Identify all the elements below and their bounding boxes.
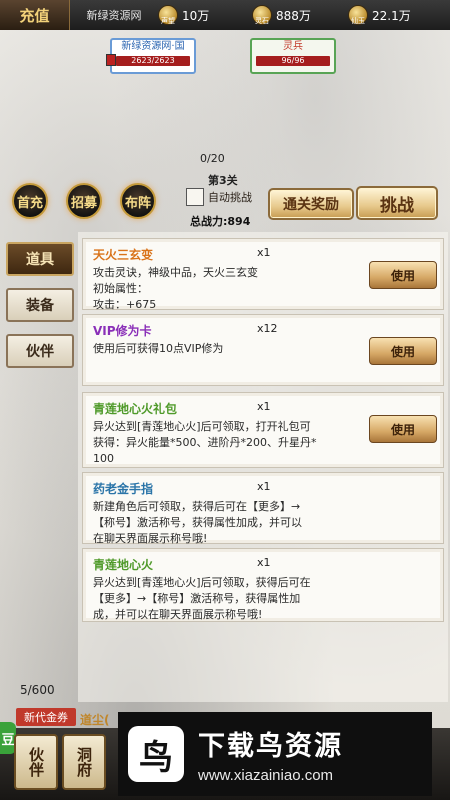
item-count: x1 (257, 246, 271, 259)
list-item: VIP修为卡 x12 使用后可获得10点VIP修为 使用 (82, 314, 444, 386)
clear-reward-button[interactable]: 通关奖励 (268, 188, 354, 220)
auto-challenge-toggle[interactable]: 自动挑战 (186, 188, 252, 206)
item-description: 攻击灵诀，神级中品，天火三玄变 初始属性： 攻击：+675 (93, 266, 258, 311)
wave-progress: 0/20 (200, 152, 225, 165)
item-name: 药老金手指 (93, 482, 154, 496)
server-name: 新绿资源网 (86, 9, 142, 22)
player-plate[interactable]: 新绿资源网·国 2623/2623 (106, 38, 196, 74)
item-name: 青莲地心火 (93, 558, 154, 572)
gold-ingot-icon: 声望 (158, 5, 178, 25)
auto-challenge-checkbox[interactable] (186, 188, 204, 206)
jade-value: 22.1万 (372, 8, 411, 23)
watermark-title: 下载鸟资源 (198, 731, 343, 762)
enemy-name: 灵兵 (283, 41, 303, 52)
recruit-button[interactable]: 招募 (66, 183, 102, 219)
tab-partners[interactable]: 伙伴 (6, 334, 74, 368)
item-count: x1 (257, 480, 271, 493)
formation-button[interactable]: 布阵 (120, 183, 156, 219)
hero-name-partial: 道尘( (80, 713, 110, 727)
item-description: 异火达到[青莲地心火]后可领取，打开礼包可 获得：异火能量*500、进阶丹*200… (93, 420, 317, 465)
item-name: 天火三玄变 (93, 248, 154, 262)
item-count: x12 (257, 322, 278, 335)
item-description: 使用后可获得10点VIP修为 (93, 342, 224, 355)
nav-partners[interactable]: 伙伴 (14, 734, 58, 790)
spirit-stone-value: 888万 (276, 8, 311, 23)
site-watermark: 鸟 下载鸟资源 www.xiazainiao.com (118, 712, 432, 796)
tab-items[interactable]: 道具 (6, 242, 74, 276)
bird-logo-icon: 鸟 (128, 726, 184, 782)
first-recharge-button[interactable]: 首充 (12, 183, 48, 219)
item-name: 青莲地心火礼包 (93, 402, 178, 416)
stat-jade: 仙玉 22.1万 (348, 0, 438, 30)
use-button[interactable]: 使用 (369, 337, 437, 365)
inventory-count: 5/600 (20, 683, 55, 697)
list-item: 药老金手指 x1 新建角色后可领取，获得后可在【更多】→ 【称号】激活称号，获得属… (82, 472, 444, 545)
challenge-button[interactable]: 挑战 (356, 186, 438, 220)
total-power: 总战力:894 (190, 213, 250, 229)
player-name: 新绿资源网·国 (121, 41, 185, 52)
player-flag-icon (106, 54, 116, 66)
coupon-badge[interactable]: 新代金券 (16, 708, 76, 726)
list-item: 天火三玄变 x1 攻击灵诀，神级中品，天火三玄变 初始属性： 攻击：+675 使用 (82, 238, 444, 311)
prestige-value: 10万 (182, 8, 210, 23)
item-count: x1 (257, 400, 271, 413)
stat-spirit-stone: 灵石 888万 (252, 0, 348, 30)
item-name: VIP修为卡 (93, 324, 152, 338)
tab-equipment[interactable]: 装备 (6, 288, 74, 322)
top-bar: 充值 新绿资源网 声望 10万 灵石 888万 仙玉 22.1万 (0, 0, 450, 30)
stage-label: 第3关 (208, 174, 238, 187)
recharge-button[interactable]: 充值 (0, 0, 70, 30)
player-hp-bar: 2623/2623 (116, 56, 190, 66)
watermark-url: www.xiazainiao.com (198, 767, 334, 784)
nav-cave[interactable]: 洞府 (62, 734, 106, 790)
treasure-icon: 仙玉 (348, 5, 368, 25)
total-power-label: 总战力: (190, 215, 228, 228)
item-description: 异火达到[青莲地心火]后可领取，获得后可在 【更多】→【称号】激活称号，获得属性加… (93, 576, 311, 621)
coin-icon: 灵石 (252, 5, 272, 25)
total-power-value: 894 (227, 215, 251, 228)
list-item: 青莲地心火 x1 异火达到[青莲地心火]后可领取，获得后可在 【更多】→【称号】激… (82, 548, 444, 622)
item-count: x1 (257, 556, 271, 569)
stat-prestige: 声望 10万 (158, 0, 252, 30)
enemy-plate[interactable]: 灵兵 96/96 (250, 38, 336, 74)
item-description: 新建角色后可领取，获得后可在【更多】→ 【称号】激活称号，获得属性加成，并可以 在聊… (93, 500, 302, 545)
list-item: 青莲地心火礼包 x1 异火达到[青莲地心火]后可领取，打开礼包可 获得：异火能量*… (82, 392, 444, 468)
auto-challenge-label: 自动挑战 (208, 191, 252, 204)
use-button[interactable]: 使用 (369, 415, 437, 443)
enemy-hp-bar: 96/96 (256, 56, 330, 66)
use-button[interactable]: 使用 (369, 261, 437, 289)
